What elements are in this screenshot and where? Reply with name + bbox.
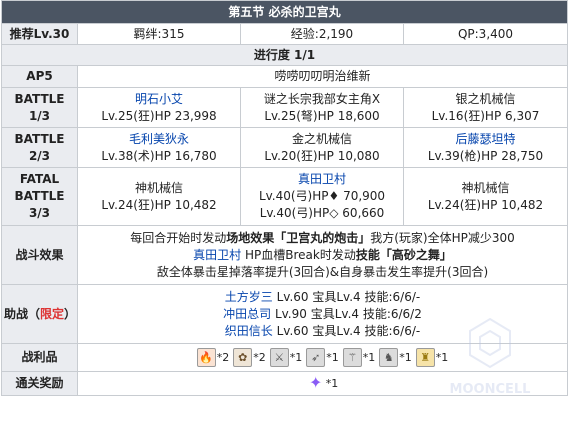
quest-title: 第五节 必杀的卫宫丸 [1,0,568,24]
support-servant-link[interactable]: 冲田总司 [223,307,271,321]
saint-quartz-icon: ✦ [309,373,323,392]
enemy-name: 神机械信 [134,180,183,195]
clear-reward-item[interactable]: ✦ *1 [307,373,338,392]
drop-count: *1 [435,351,449,364]
support-servant-link[interactable]: 土方岁三 [225,290,273,304]
progress-row: 进行度 1/1 [1,44,568,66]
enemy-name: 谜之长宗我部女主角X [263,91,381,106]
enemy-name: 金之机械信 [291,131,352,146]
drops-label: 战利品 [1,343,78,372]
drop-item[interactable]: ⚚ *1 [342,348,376,367]
effects-content: 每回合开始时发动场地效果「卫宫丸的炮击」我方(玩家)全体HP减少300 真田卫村… [77,225,568,285]
support-list: 土方岁三 Lv.60 宝具Lv.4 技能:6/6/- 冲田总司 Lv.90 宝具… [77,284,568,344]
drop-item[interactable]: ✿ *2 [233,348,266,367]
progress-label: 进行度 1/1 [1,44,568,66]
drop-item[interactable]: 🔥 *2 [196,348,230,367]
drops-list: 🔥 *2 ✿ *2 ⚔ *1 ➶ *1 ⚚ *1 ♞ *1 ♜ *1 [77,343,568,372]
clear-label: 通关奖励 [1,371,78,396]
enemy-name: 神机械信 [461,180,510,195]
drop-item[interactable]: ♜ *1 [415,348,449,367]
enemy-cell: 银之机械信 Lv.16(狂)HP 6,307 [403,87,568,128]
drops-container: 🔥 *2 ✿ *2 ⚔ *1 ➶ *1 ⚚ *1 ♞ *1 ♜ *1 [80,346,565,370]
fire-material-icon: 🔥 [196,348,216,367]
gold-monument-icon: ♜ [415,348,435,367]
enemy-cell: 谜之长宗我部女主角X Lv.25(弩)HP 18,600 [240,87,404,128]
enemy-stats: Lv.40(弓)HP♦ 70,900 [258,189,386,203]
enemy-cell: 后藤瑟坦特 Lv.39(枪)HP 28,750 [403,127,568,168]
enemy-stats: Lv.20(狂)HP 10,080 [264,148,380,163]
drop-count: *1 [289,351,303,364]
drop-count: *1 [326,351,339,364]
support-servant-link[interactable]: 织田信长 [225,324,273,338]
archer-piece-icon: ➶ [306,348,326,367]
drop-item[interactable]: ♞ *1 [379,348,412,367]
battle-label: BATTLE 1/3 [1,87,78,128]
enemy-stats: Lv.24(狂)HP 10,482 [101,197,217,212]
drop-count: *1 [362,351,376,364]
battle-label: FATAL BATTLE 3/3 [1,167,78,226]
ap-row: AP5 唠唠叨叨明治维新 [1,65,568,88]
enemy-name-link[interactable]: 毛利美狄永 [129,132,189,146]
drop-count: *2 [216,351,230,364]
effect-servant-link[interactable]: 真田卫村 [193,248,241,262]
battle-row-3: FATAL BATTLE 3/3 神机械信 Lv.24(狂)HP 10,482 … [1,167,568,226]
title-row: 第五节 必杀的卫宫丸 [1,0,568,24]
bond-value: 羁绊:315 [77,23,241,45]
exp-value: 经验:2,190 [240,23,404,45]
enemy-stats: Lv.38(术)HP 16,780 [101,148,217,163]
enemy-stats: Lv.16(狂)HP 6,307 [431,108,540,123]
support-label: 助战（限定） [1,284,78,344]
ap-quest-name: 唠唠叨叨明治维新 [77,65,568,88]
qp-value: QP:3,400 [403,23,568,45]
reward-row: 推荐Lv.30 羁绊:315 经验:2,190 QP:3,400 [1,23,568,45]
recommend-level: 推荐Lv.30 [1,23,78,45]
drop-count: *1 [399,351,412,364]
drop-item[interactable]: ⚔ *1 [269,348,303,367]
support-row: 助战（限定） 土方岁三 Lv.60 宝具Lv.4 技能:6/6/- 冲田总司 L… [1,284,568,344]
enemy-name: 银之机械信 [455,91,516,106]
enemy-name-link[interactable]: 真田卫村 [298,172,346,186]
enemy-stats: Lv.39(枪)HP 28,750 [427,148,544,163]
enemy-cell: 神机械信 Lv.24(狂)HP 10,482 [77,167,241,226]
enemy-cell: 真田卫村 Lv.40(弓)HP♦ 70,900 Lv.40(弓)HP◇ 60,6… [240,167,404,226]
drops-row: 战利品 🔥 *2 ✿ *2 ⚔ *1 ➶ *1 ⚚ *1 ♞ *1 ♜ *1 [1,343,568,372]
seed-material-icon: ✿ [233,348,253,367]
enemy-cell: 明石小艾 Lv.25(狂)HP 23,998 [77,87,241,128]
battle-label: BATTLE 2/3 [1,127,78,168]
drop-count: *2 [253,351,266,364]
enemy-stats: Lv.24(狂)HP 10,482 [427,197,544,212]
enemy-cell: 毛利美狄永 Lv.38(术)HP 16,780 [77,127,241,168]
ap-label: AP5 [1,65,78,88]
enemy-stats: Lv.25(弩)HP 18,600 [264,108,380,123]
battle-row-1: BATTLE 1/3 明石小艾 Lv.25(狂)HP 23,998 谜之长宗我部… [1,87,568,128]
enemy-cell: 神机械信 Lv.24(狂)HP 10,482 [403,167,568,226]
drop-item[interactable]: ➶ *1 [306,348,339,367]
enemy-cell: 金之机械信 Lv.20(狂)HP 10,080 [240,127,404,168]
enemy-stats-break: Lv.40(弓)HP◇ 60,660 [259,206,385,220]
clear-row: 通关奖励 ✦ *1 [1,371,568,396]
enemy-name-link[interactable]: 明石小艾 [135,92,183,106]
enemy-name-link[interactable]: 后藤瑟坦特 [455,132,515,146]
effects-row: 战斗效果 每回合开始时发动场地效果「卫宫丸的炮击」我方(玩家)全体HP减少300… [1,225,568,285]
rider-piece-icon: ♞ [379,348,399,367]
battle-row-2: BATTLE 2/3 毛利美狄永 Lv.38(术)HP 16,780 金之机械信… [1,127,568,168]
enemy-stats: Lv.25(狂)HP 23,998 [101,108,217,123]
lancer-piece-icon: ⚚ [342,348,362,367]
quest-table: 第五节 必杀的卫宫丸 推荐Lv.30 羁绊:315 经验:2,190 QP:3,… [1,0,568,396]
effects-label: 战斗效果 [1,225,78,285]
saber-piece-icon: ⚔ [269,348,289,367]
clear-reward: ✦ *1 [77,371,568,396]
